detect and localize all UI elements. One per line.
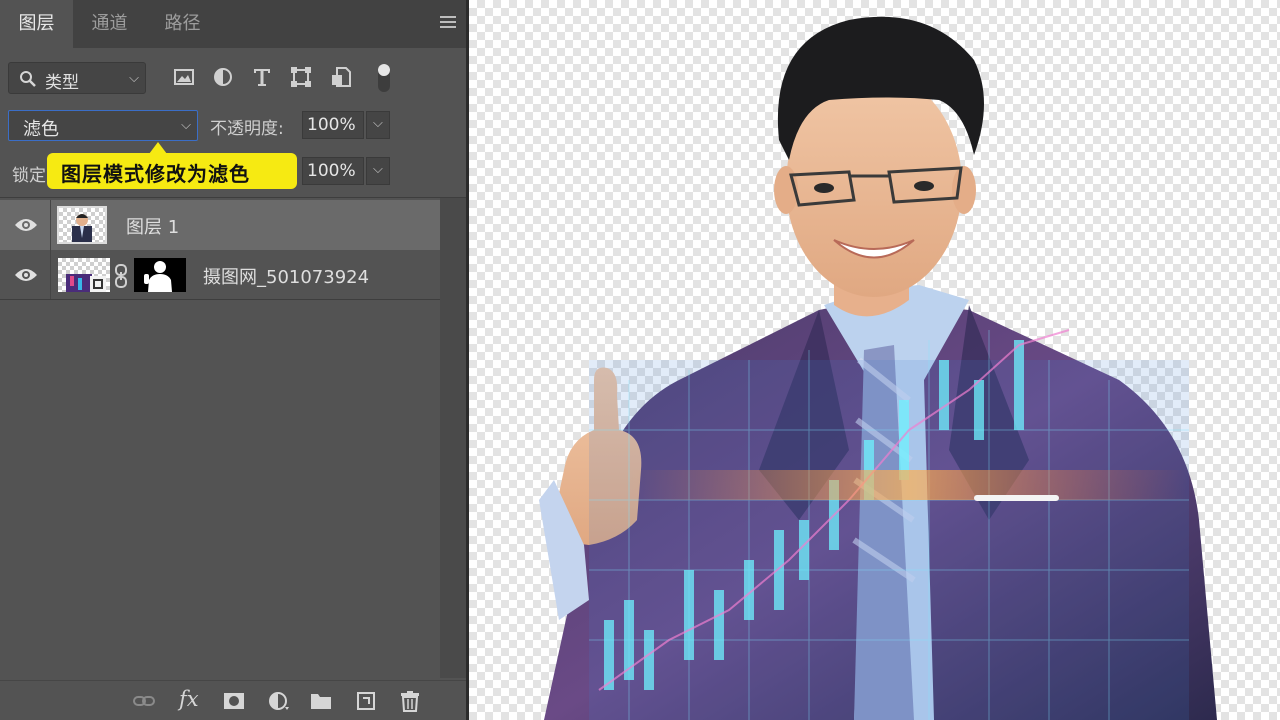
opacity-field[interactable]: 100% — [302, 111, 364, 139]
chevron-down-icon: ⌵ — [129, 71, 139, 86]
blend-mode-value: 滤色 — [23, 119, 59, 140]
lock-label: 锁定 — [12, 166, 46, 186]
adjustment-filter-icon[interactable] — [212, 66, 234, 88]
fx-icon[interactable]: fx — [179, 687, 199, 711]
panel-tab-bar: 图层 通道 路径 — [0, 0, 466, 48]
layer-list: 图层 1 摄图网_501073924 — [0, 198, 440, 300]
filter-row: 类型 ⌵ — [0, 56, 466, 100]
chevron-down-icon: ⌵ — [373, 116, 383, 131]
link-layers-icon[interactable] — [132, 690, 156, 712]
divider — [50, 200, 51, 250]
mask-silhouette-icon — [144, 261, 172, 292]
person-thumbnail-icon — [72, 214, 92, 242]
blend-mode-select[interactable]: 滤色 ⌵ — [8, 110, 198, 141]
fill-dropdown[interactable]: ⌵ — [366, 157, 390, 185]
layers-panel: 图层 通道 路径 类型 ⌵ 滤色 ⌵ 不透明度: 100% ⌵ 锁定 100% … — [0, 0, 466, 720]
filter-toggle-icon[interactable] — [374, 60, 394, 96]
shape-filter-icon[interactable] — [290, 66, 312, 88]
tab-paths[interactable]: 路径 — [146, 0, 219, 48]
image-filter-icon[interactable] — [173, 66, 195, 88]
chevron-down-icon: ⌵ — [373, 162, 383, 177]
layer-row[interactable]: 摄图网_501073924 — [0, 250, 440, 300]
opacity-label: 不透明度: — [210, 119, 284, 139]
smart-object-filter-icon[interactable] — [330, 66, 352, 88]
layer-row[interactable]: 图层 1 — [0, 200, 440, 250]
add-mask-icon[interactable] — [222, 690, 246, 712]
businessman-photo — [539, 16, 1217, 720]
fill-field[interactable]: 100% — [302, 157, 364, 185]
layer-name[interactable]: 摄图网_501073924 — [203, 263, 369, 289]
search-icon — [20, 71, 36, 87]
type-filter-icon[interactable] — [251, 66, 273, 88]
scrollbar-track[interactable] — [440, 198, 466, 678]
new-group-icon[interactable] — [309, 690, 333, 712]
blend-row: 滤色 ⌵ 不透明度: 100% ⌵ — [0, 104, 466, 146]
delete-icon[interactable] — [398, 690, 422, 712]
mask-thumbnail[interactable] — [134, 258, 186, 292]
graphic-thumbnail-icon — [66, 274, 106, 292]
annotation-callout: 图层模式修改为滤色 — [47, 142, 297, 189]
tab-layers[interactable]: 图层 — [0, 0, 73, 48]
divider — [0, 299, 440, 300]
chain-link-icon[interactable] — [114, 264, 128, 288]
eye-icon[interactable] — [14, 217, 38, 233]
layer-name[interactable]: 图层 1 — [126, 213, 179, 239]
panel-menu-icon[interactable] — [440, 16, 456, 30]
filter-kind-select[interactable]: 类型 ⌵ — [8, 62, 146, 94]
panel-bottom-toolbar: fx — [0, 680, 466, 720]
new-layer-icon[interactable] — [354, 690, 378, 712]
callout-text: 图层模式修改为滤色 — [61, 162, 250, 186]
document-canvas[interactable] — [469, 0, 1280, 720]
filter-kind-label: 类型 — [45, 73, 79, 93]
layer-thumbnail[interactable] — [58, 258, 110, 292]
adjustment-layer-icon[interactable] — [267, 690, 291, 712]
divider — [50, 250, 51, 300]
eye-icon[interactable] — [14, 267, 38, 283]
layer-thumbnail[interactable] — [57, 206, 107, 244]
chevron-down-icon: ⌵ — [181, 118, 191, 133]
tab-channels[interactable]: 通道 — [73, 0, 146, 48]
opacity-dropdown[interactable]: ⌵ — [366, 111, 390, 139]
